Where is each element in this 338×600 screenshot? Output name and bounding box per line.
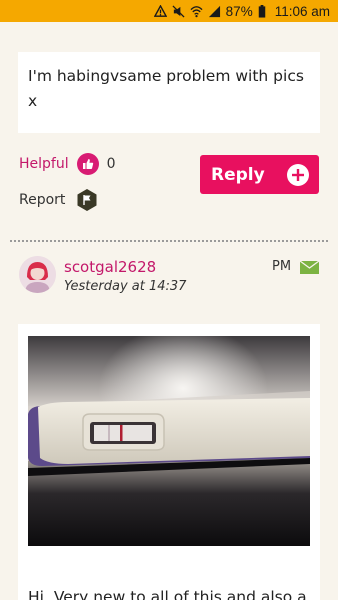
flag-icon[interactable] [76,189,98,211]
report-link[interactable]: Report [19,192,65,208]
reply-button[interactable]: Reply [200,155,319,194]
thumbs-up-icon[interactable] [76,153,99,175]
reply-body-text: Hi. Very new to all of this and also a [28,588,307,600]
status-icons: 87% 11:06 am [153,3,330,19]
battery-icon [258,4,265,18]
mute-icon [172,4,185,18]
image-card [18,324,320,600]
post-card: I'm habingvsame problem with pics x [18,52,320,133]
alert-icon [153,4,167,17]
post-timestamp: Yesterday at 14:37 [64,279,187,294]
battery-percent: 87% [225,3,253,19]
pm-label[interactable]: PM [272,259,291,274]
clock: 11:06 am [274,3,330,19]
post-divider [10,240,328,242]
pregnancy-test-photo[interactable] [28,336,310,546]
status-bar: 87% 11:06 am [0,0,338,22]
plus-icon [287,163,309,186]
avatar[interactable] [19,256,56,293]
mail-icon[interactable] [300,261,319,274]
helpful-count: 0 [106,156,116,172]
wifi-icon [190,5,203,17]
signal-icon [208,5,220,17]
post-text: I'm habingvsame problem with pics x [28,67,304,110]
report-row: Report [19,189,98,211]
username-link[interactable]: scotgal2628 [64,258,156,276]
helpful-link[interactable]: Helpful [19,156,69,172]
reply-button-label: Reply [211,164,265,185]
helpful-row: Helpful 0 [19,153,116,175]
